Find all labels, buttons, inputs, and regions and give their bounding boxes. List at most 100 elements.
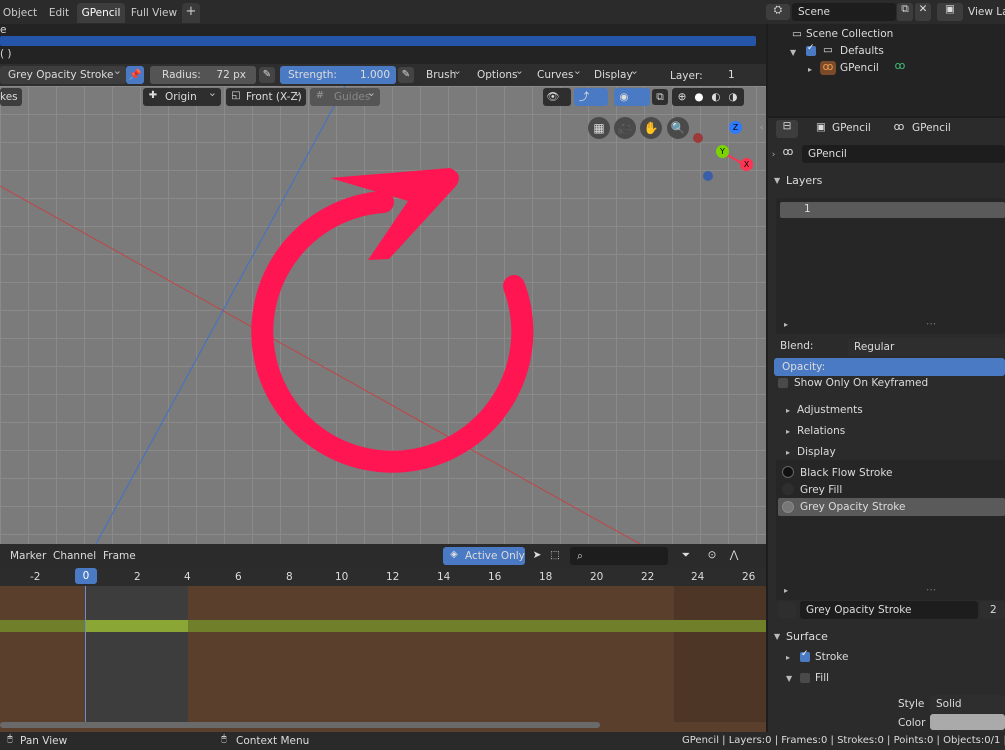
blend-dropdown[interactable]: Regular (848, 338, 1005, 356)
y-axis-icon[interactable]: Y (716, 145, 729, 158)
box-select-icon[interactable]: ⬚ (548, 549, 562, 561)
marker-menu[interactable]: Marker (10, 550, 46, 562)
defaults-collection-label[interactable]: Defaults (840, 45, 884, 57)
scene-icon[interactable]: ⛭ (766, 4, 790, 20)
channel-menu[interactable]: Channel (53, 550, 96, 562)
tab-arrow-icon[interactable]: › (769, 150, 778, 160)
style-dropdown[interactable]: Solid (930, 695, 1005, 713)
radius-field[interactable]: Radius: 72 px (150, 66, 256, 84)
tab-object[interactable]: Object (0, 3, 40, 23)
layer-item[interactable] (780, 202, 1005, 218)
search-input[interactable]: ⌕ (570, 547, 668, 565)
adjustments-triangle-icon[interactable]: ▸ (786, 406, 790, 415)
view-layer-icon[interactable]: ▣ (937, 3, 963, 21)
color-swatch[interactable] (930, 714, 1005, 730)
object-name[interactable]: GPencil (832, 122, 871, 134)
pin-icon[interactable]: 📌 (126, 66, 144, 84)
brush-menu[interactable]: Brush (420, 66, 466, 84)
material-users-count[interactable]: 2 (980, 601, 1005, 619)
gizmo-toggle[interactable]: ⤴ (574, 88, 608, 106)
pressure-icon-2[interactable]: ✎ (398, 67, 414, 83)
curves-menu[interactable]: Curves (532, 66, 586, 84)
new-scene-icon[interactable]: ⧉ (897, 3, 913, 21)
collapse-triangle-icon[interactable]: ▸ (808, 65, 812, 74)
camera-icon[interactable]: 🎥 (614, 117, 636, 139)
horizontal-scrollbar[interactable] (0, 722, 600, 728)
data-name[interactable]: GPencil (912, 122, 951, 134)
exclude-checkbox[interactable] (806, 43, 816, 56)
visibility-dropdown[interactable]: 👁 (543, 88, 571, 106)
materials-panel[interactable]: Black Flow Stroke Grey Fill Grey Opacity… (768, 458, 1005, 732)
solid-icon[interactable]: ● (692, 88, 706, 106)
fill-checkbox[interactable] (800, 673, 810, 683)
tab-full-view[interactable]: Full View (129, 3, 179, 23)
dopesheet-tracks[interactable] (0, 586, 766, 732)
options-menu[interactable]: Options (472, 66, 528, 84)
display-menu[interactable]: Display (589, 66, 643, 84)
view-layer-field[interactable]: View La (968, 6, 1005, 18)
scene-collection-label[interactable]: Scene Collection (806, 28, 893, 40)
viewport-3d[interactable]: kes Origin ✚ Front (X-Z) ◱ Guides # 👁 ⤴ … (0, 86, 766, 544)
pressure-icon[interactable]: ✎ (259, 67, 275, 83)
wireframe-icon[interactable]: ⊕ (675, 88, 689, 106)
list-expand-icon[interactable]: ▸ (784, 586, 788, 595)
opacity-slider[interactable]: Opacity: (774, 358, 1005, 376)
fill-triangle-icon[interactable]: ▼ (786, 674, 792, 683)
show-only-keyframed-checkbox[interactable] (778, 378, 788, 388)
grid-view-icon[interactable]: ▦ (588, 117, 610, 139)
gpencil-data-icon[interactable]: ꝏ (892, 60, 908, 72)
current-frame-indicator[interactable]: 0 (75, 568, 97, 584)
material-slot[interactable]: Black Flow Stroke (800, 467, 893, 479)
material-slots-list[interactable]: Black Flow Stroke Grey Fill Grey Opacity… (776, 460, 1005, 600)
shading-group[interactable]: ⊕ ● ◐ ◑ (672, 88, 744, 106)
overlay-toggle[interactable]: ◉ (614, 88, 650, 106)
hand-pan-icon[interactable]: ✋ (640, 117, 662, 139)
resize-handle[interactable]: ⋯ (926, 584, 937, 596)
stroke-triangle-icon[interactable]: ▸ (786, 653, 790, 662)
proportional-icon[interactable]: ⊙ (704, 549, 720, 561)
falloff-icon[interactable]: ⋀ (724, 549, 744, 561)
frame-menu[interactable]: Frame (103, 550, 136, 562)
material-preview-icon[interactable] (778, 602, 796, 618)
material-dropdown[interactable]: Grey Opacity Stroke (0, 66, 126, 84)
data-name-field[interactable]: GPencil (802, 145, 1005, 163)
properties-editor[interactable]: ⊟ ▣ GPencil ꝏ GPencil ꝏ GPencil ▼ Layers… (768, 118, 1005, 458)
outliner[interactable]: ▭ Scene Collection ▼ ▭ Defaults ▸ ꝏ GPen… (768, 24, 1005, 116)
frame-ruler[interactable]: -2 0 2 4 6 8 10 12 14 16 18 20 22 24 26 (0, 568, 766, 586)
filter-icon[interactable]: ⏷ (674, 549, 698, 562)
z-axis-icon[interactable]: Z (729, 121, 742, 134)
surface-panel-title[interactable]: Surface (786, 630, 828, 643)
add-tab-button[interactable]: + (182, 3, 200, 23)
layer-field[interactable]: 1 (722, 66, 766, 84)
material-slot[interactable]: Grey Opacity Stroke (800, 501, 905, 513)
resize-handle[interactable]: ⋯ (926, 318, 937, 330)
layers-list[interactable]: 1 ▸ ⋯ (776, 198, 1005, 334)
surface-triangle-icon[interactable]: ▼ (774, 632, 780, 641)
zoom-icon[interactable]: 🔍 (667, 117, 689, 139)
adjustments-panel[interactable]: Adjustments (797, 404, 863, 416)
list-expand-icon[interactable]: ▸ (784, 320, 788, 329)
delete-scene-icon[interactable]: ✕ (915, 3, 931, 21)
relations-panel[interactable]: Relations (797, 425, 845, 437)
material-name-field[interactable]: Grey Opacity Stroke (800, 601, 978, 619)
expand-triangle-icon[interactable]: ▼ (790, 48, 796, 57)
gpencil-data-icon[interactable]: ꝏ (776, 146, 800, 158)
sidebar-toggle-icon[interactable]: ‹ (757, 123, 766, 133)
select-icon[interactable]: ➤ (530, 549, 544, 561)
stroke-checkbox[interactable] (800, 649, 810, 662)
display-panel[interactable]: Display (797, 446, 897, 458)
gpencil-object-label[interactable]: GPencil (840, 62, 879, 74)
panel-triangle-icon[interactable]: ▼ (774, 176, 780, 185)
tab-edit[interactable]: Edit (44, 3, 74, 23)
material-slot[interactable]: Grey Fill (800, 484, 842, 496)
xray-icon[interactable]: ⧉ (652, 89, 668, 105)
material-preview-icon[interactable]: ◐ (709, 88, 723, 106)
strokes-menu[interactable]: kes (0, 88, 22, 106)
rendered-icon[interactable]: ◑ (726, 88, 740, 106)
editor-type-icon[interactable]: ⊟ (776, 120, 798, 138)
strength-field[interactable]: Strength: 1.000 (280, 66, 396, 84)
tab-gpencil[interactable]: GPencil (77, 3, 125, 23)
scene-field[interactable]: Scene (792, 3, 896, 21)
x-axis-icon[interactable]: X (740, 158, 753, 171)
display-triangle-icon[interactable]: ▸ (786, 448, 790, 457)
